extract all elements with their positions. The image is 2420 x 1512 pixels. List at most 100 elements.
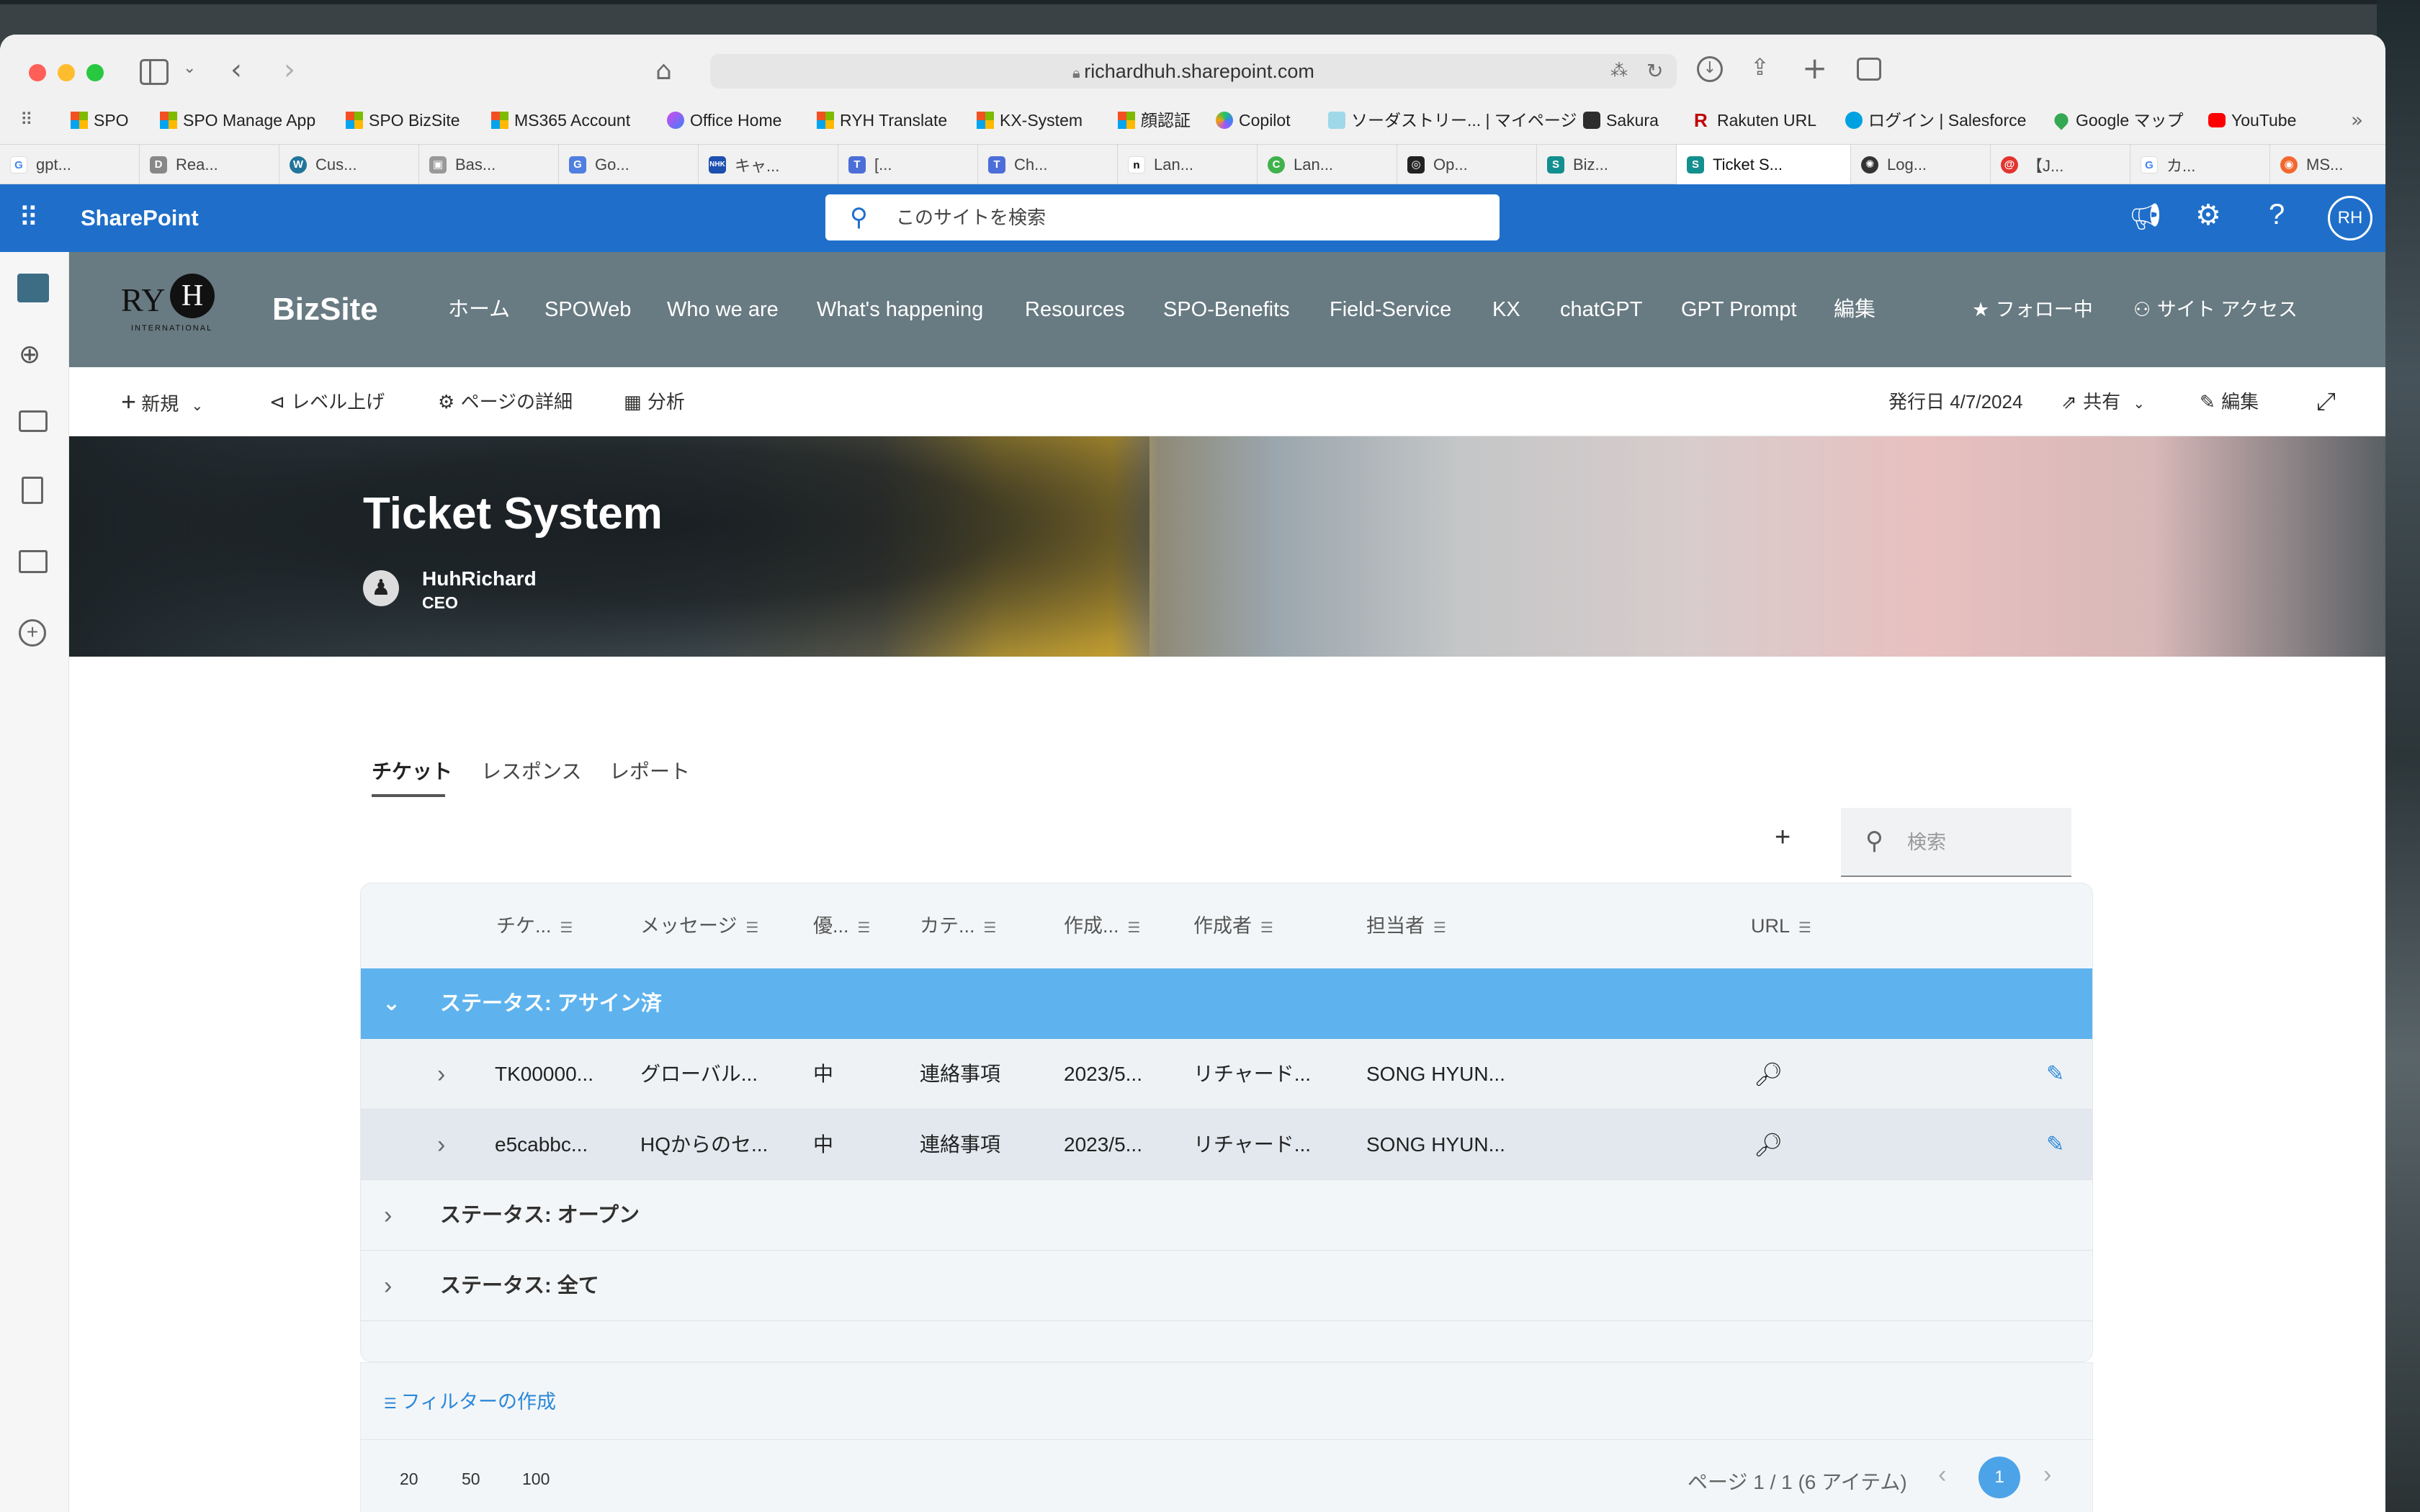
filter-icon[interactable]: ☰ bbox=[745, 919, 758, 936]
next-page-icon[interactable]: › bbox=[2043, 1461, 2051, 1489]
bookmark-spo-manage[interactable]: SPO Manage App bbox=[160, 108, 315, 132]
page-size-100[interactable]: 100 bbox=[522, 1470, 550, 1489]
nav-spoweb[interactable]: SPOWeb bbox=[544, 252, 631, 367]
bookmark-sakura[interactable]: Sakura bbox=[1583, 108, 1659, 132]
translate-icon[interactable]: ⁂ bbox=[1610, 60, 1628, 81]
bookmark-rakuten[interactable]: R Rakuten URL bbox=[1694, 108, 1816, 132]
add-ticket-button[interactable]: + bbox=[1775, 822, 1791, 853]
nav-field-service[interactable]: Field-Service bbox=[1330, 252, 1451, 367]
nav-who-we-are[interactable]: Who we are bbox=[667, 252, 779, 367]
tab-item[interactable]: G Go... bbox=[559, 145, 699, 185]
filter-icon[interactable]: ☰ bbox=[1433, 919, 1446, 936]
current-page-button[interactable]: 1 bbox=[1978, 1457, 2020, 1498]
nav-whats-happening[interactable]: What's happening bbox=[817, 252, 983, 367]
magnifier-link-icon[interactable]: 🔎︎ bbox=[1754, 1110, 1783, 1180]
expand-icon[interactable]: ⤢ bbox=[2316, 367, 2336, 436]
tab-item[interactable]: C Lan... bbox=[1258, 145, 1397, 185]
bookmark-spo-bizsite[interactable]: SPO BizSite bbox=[346, 108, 460, 132]
list-search-input[interactable]: ⚲ 検索 bbox=[1841, 808, 2071, 877]
filter-icon[interactable]: ☰ bbox=[1798, 919, 1811, 936]
tab-item[interactable]: ◎ Op... bbox=[1397, 145, 1537, 185]
site-logo[interactable]: RY H INTERNATIONAL bbox=[121, 274, 229, 346]
col-created[interactable]: 作成... ☰ bbox=[1064, 883, 1140, 968]
author-avatar[interactable]: ♟ bbox=[363, 570, 399, 606]
close-window-icon[interactable] bbox=[29, 64, 46, 81]
nav-kx[interactable]: KX bbox=[1492, 252, 1520, 367]
magnifier-link-icon[interactable]: 🔎︎ bbox=[1754, 1039, 1783, 1110]
col-ticket[interactable]: チケ... ☰ bbox=[496, 883, 573, 968]
help-icon[interactable]: ? bbox=[2269, 199, 2285, 231]
bookmark-kx-system[interactable]: KX-System bbox=[977, 108, 1083, 132]
tab-item[interactable]: ◉ MS... bbox=[2270, 145, 2385, 185]
tab-reports[interactable]: レポート bbox=[609, 756, 690, 785]
site-access-button[interactable]: ⚇ サイト アクセス bbox=[2133, 252, 2298, 367]
table-row[interactable]: › e5cabbc... HQからのセ... 中 連絡事項 2023/5... … bbox=[361, 1110, 2092, 1180]
filter-icon[interactable]: ☰ bbox=[1128, 919, 1141, 936]
site-search-box[interactable]: ⚲ このサイトを検索 bbox=[825, 194, 1500, 240]
nav-chatgpt[interactable]: chatGPT bbox=[1560, 252, 1642, 367]
col-url[interactable]: URL ☰ bbox=[1751, 883, 1811, 968]
forward-icon[interactable]: › bbox=[284, 53, 295, 86]
tab-item[interactable]: T Ch... bbox=[978, 145, 1118, 185]
site-title[interactable]: BizSite bbox=[272, 252, 378, 367]
share-icon[interactable]: ⇪ bbox=[1750, 53, 1770, 81]
page-size-50[interactable]: 50 bbox=[462, 1470, 480, 1489]
bookmark-office-home[interactable]: Office Home bbox=[667, 108, 781, 132]
reload-icon[interactable]: ↻ bbox=[1646, 59, 1663, 83]
list-icon[interactable] bbox=[19, 550, 48, 573]
new-button[interactable]: + 新規 ⌄ bbox=[121, 367, 203, 436]
edit-pencil-icon[interactable]: ✎ bbox=[2046, 1039, 2064, 1110]
group-header-all[interactable]: › ステータス: 全て bbox=[361, 1251, 2092, 1321]
tab-item-active[interactable]: S Ticket S... bbox=[1677, 145, 1851, 185]
col-message[interactable]: メッセージ ☰ bbox=[640, 883, 758, 968]
nav-home[interactable]: ホーム bbox=[448, 252, 510, 367]
page-details-button[interactable]: ⚙ ページの詳細 bbox=[438, 367, 573, 436]
app-name[interactable]: SharePoint bbox=[81, 184, 199, 252]
home-icon[interactable]: ⌂ bbox=[655, 56, 672, 86]
bookmark-youtube[interactable]: YouTube bbox=[2208, 108, 2296, 132]
nav-edit[interactable]: 編集 bbox=[1834, 252, 1876, 367]
col-creator[interactable]: 作成者 ☰ bbox=[1193, 883, 1273, 968]
nav-gpt-prompt[interactable]: GPT Prompt bbox=[1681, 252, 1797, 367]
bookmark-ryh-translate[interactable]: RYH Translate bbox=[817, 108, 947, 132]
apps-grid-icon[interactable]: ⠿ bbox=[20, 109, 33, 130]
tab-item[interactable]: NHK キャ... bbox=[699, 145, 838, 185]
follow-button[interactable]: ★ フォロー中 bbox=[1972, 252, 2093, 367]
bookmark-face-auth[interactable]: 顔認証 bbox=[1118, 108, 1191, 132]
add-circle-icon[interactable]: + bbox=[19, 619, 46, 647]
chevron-right-icon[interactable]: › bbox=[437, 1110, 445, 1180]
more-bookmarks-icon[interactable]: » bbox=[2351, 108, 2363, 132]
download-icon[interactable]: ↓ bbox=[1697, 56, 1723, 82]
author-name[interactable]: HuhRichard bbox=[422, 567, 537, 590]
bookmark-sodastream[interactable]: ソーダストリー... | マイページ bbox=[1328, 108, 1577, 132]
tab-item[interactable]: W Cus... bbox=[279, 145, 419, 185]
news-icon[interactable] bbox=[19, 410, 48, 432]
globe-icon[interactable]: ⊕ bbox=[19, 340, 40, 369]
chevron-right-icon[interactable]: › bbox=[437, 1039, 445, 1110]
table-row[interactable]: › TK00000... グローバル... 中 連絡事項 2023/5... リ… bbox=[361, 1039, 2092, 1110]
col-category[interactable]: カテ... ☰ bbox=[920, 883, 996, 968]
new-tab-icon[interactable]: + bbox=[1802, 50, 1827, 86]
col-assignee[interactable]: 担当者 ☰ bbox=[1366, 883, 1446, 968]
group-header-assigned[interactable]: ⌄ ステータス: アサイン済 bbox=[361, 968, 2092, 1039]
chevron-down-icon[interactable]: ⌄ bbox=[183, 59, 196, 77]
bookmark-salesforce[interactable]: ログイン | Salesforce bbox=[1845, 108, 2026, 132]
bookmark-ms365[interactable]: MS365 Account bbox=[491, 108, 630, 132]
sidebar-toggle-icon[interactable] bbox=[140, 59, 169, 85]
avatar[interactable]: RH bbox=[2328, 196, 2372, 240]
filter-icon[interactable]: ☰ bbox=[984, 919, 997, 936]
edit-page-button[interactable]: ✎ 編集 bbox=[2200, 367, 2259, 436]
gear-icon[interactable]: ⚙ bbox=[2195, 199, 2221, 232]
app-launcher-icon[interactable]: ⠿ bbox=[19, 203, 39, 232]
col-priority[interactable]: 優... ☰ bbox=[813, 883, 870, 968]
create-filter-button[interactable]: ☰ フィルターの作成 bbox=[384, 1386, 556, 1414]
tab-item[interactable]: Ggpt... bbox=[0, 145, 140, 185]
zoom-window-icon[interactable] bbox=[86, 64, 104, 81]
edit-pencil-icon[interactable]: ✎ bbox=[2046, 1110, 2064, 1180]
filter-icon[interactable]: ☰ bbox=[858, 919, 871, 936]
tab-responses[interactable]: レスポンス bbox=[481, 756, 581, 785]
tab-tickets[interactable]: チケット bbox=[372, 756, 452, 785]
tab-item[interactable]: ✺ Log... bbox=[1851, 145, 1991, 185]
back-icon[interactable]: ‹ bbox=[230, 53, 242, 86]
filter-icon[interactable]: ☰ bbox=[1260, 919, 1273, 936]
